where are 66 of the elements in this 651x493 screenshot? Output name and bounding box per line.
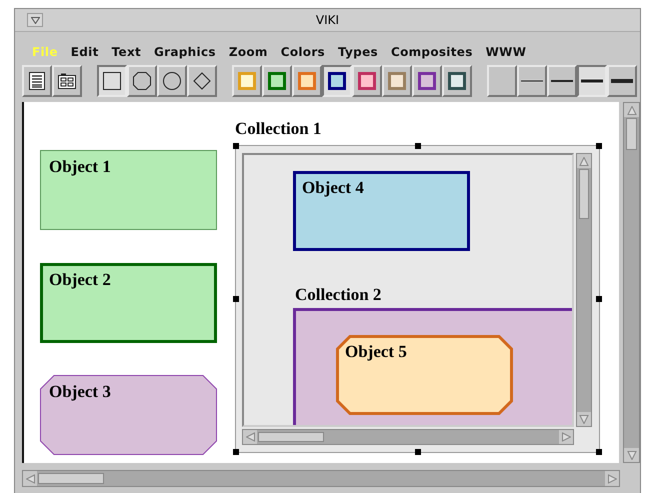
scroll-thumb[interactable] (258, 432, 324, 442)
down-arrow-icon (579, 414, 589, 424)
view-button[interactable] (22, 65, 52, 97)
panel-icon (58, 73, 76, 89)
collection-frame[interactable]: Object 4 Collection 2 Object 5 (235, 145, 600, 453)
up-arrow-icon (626, 106, 637, 114)
object-label: Object 4 (302, 178, 364, 198)
resize-handle[interactable] (596, 449, 602, 455)
menu-item[interactable]: WWW (486, 45, 526, 60)
scroll-down-button[interactable] (577, 412, 591, 426)
line-icon (581, 78, 603, 84)
horizontal-scrollbar[interactable] (22, 470, 620, 487)
scroll-right-button[interactable] (605, 471, 619, 486)
resize-handle[interactable] (233, 143, 239, 149)
scroll-thumb[interactable] (579, 169, 589, 219)
resize-handle[interactable] (233, 449, 239, 455)
resize-handle[interactable] (414, 449, 420, 455)
diamond-icon (192, 71, 212, 91)
resize-handle[interactable] (414, 143, 420, 149)
object-label: Object 3 (49, 382, 111, 402)
menu-item[interactable]: Graphics (154, 45, 216, 60)
vertical-scrollbar[interactable] (576, 153, 592, 427)
scroll-right-button[interactable] (559, 430, 573, 444)
down-arrow-icon (626, 450, 637, 460)
menu-item[interactable]: Composites (390, 45, 473, 60)
line-width-button[interactable] (577, 65, 607, 97)
square-icon (102, 71, 122, 91)
scroll-up-button[interactable] (624, 103, 639, 117)
color-button[interactable] (322, 65, 352, 97)
line-icon (551, 78, 573, 84)
left-arrow-icon (26, 474, 34, 484)
right-arrow-icon (562, 432, 570, 442)
object-label: Object 5 (345, 342, 407, 362)
triangle-icon (30, 16, 40, 24)
circle-icon (162, 71, 182, 91)
vertical-scrollbar[interactable] (623, 102, 640, 463)
menu-item[interactable]: Edit (70, 45, 99, 60)
object-label: Object 2 (49, 270, 111, 290)
collection-label: Collection 2 (295, 285, 382, 305)
menu-item[interactable]: Types (338, 45, 378, 60)
scroll-thumb[interactable] (38, 473, 104, 484)
resize-handle[interactable] (233, 296, 239, 302)
window-title: VIKI (314, 13, 340, 27)
octagon-icon (132, 71, 152, 91)
left-arrow-icon (246, 432, 254, 442)
document-icon (29, 72, 45, 90)
scroll-thumb[interactable] (626, 118, 637, 150)
menu-item[interactable]: Text (112, 45, 142, 60)
object-label: Object 1 (49, 157, 111, 177)
view-button[interactable] (52, 65, 82, 97)
scroll-down-button[interactable] (624, 448, 639, 462)
window-menu-button[interactable] (27, 13, 43, 27)
resize-handle[interactable] (596, 143, 602, 149)
shape-tool-button[interactable] (97, 65, 127, 97)
menu-item[interactable]: Zoom (228, 45, 268, 60)
line-icon (521, 78, 543, 84)
up-arrow-icon (579, 156, 589, 166)
drawing-canvas[interactable]: Object 1 Object 2 Object 3 Collection 1 Object 4 Collection 2 Object 5 (22, 102, 620, 463)
scroll-left-button[interactable] (243, 430, 257, 444)
scroll-up-button[interactable] (577, 154, 591, 168)
horizontal-scrollbar[interactable] (242, 429, 574, 445)
right-arrow-icon (608, 474, 616, 484)
resize-handle[interactable] (596, 296, 602, 302)
collection-label: Collection 1 (235, 119, 322, 139)
menu-item[interactable]: Colors (280, 45, 325, 60)
scroll-left-button[interactable] (23, 471, 37, 486)
